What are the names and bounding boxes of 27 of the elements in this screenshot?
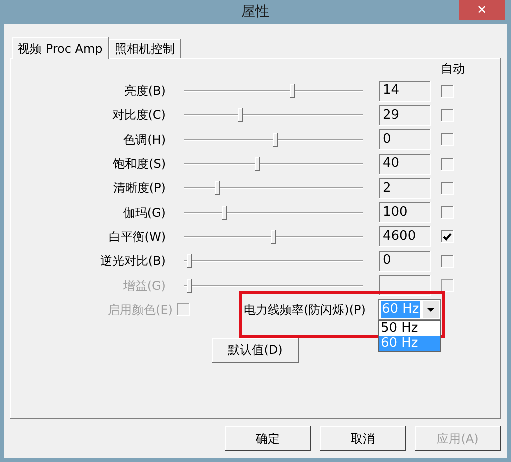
slider-label: 对比度(C) bbox=[111, 107, 166, 124]
value-field[interactable]: 29 bbox=[379, 104, 431, 126]
close-button[interactable]: ✕ bbox=[459, 0, 505, 20]
dialog-button[interactable]: 确定 bbox=[225, 426, 311, 451]
column-header: 自动 bbox=[441, 61, 465, 78]
tab[interactable]: 视频 Proc Amp bbox=[12, 37, 109, 59]
slider-label: 清晰度(P) bbox=[112, 180, 166, 198]
dialog-button[interactable]: 取消 bbox=[320, 426, 406, 451]
value-field[interactable]: 4600 bbox=[379, 226, 431, 248]
slider-label: 逆光对比(B) bbox=[99, 253, 166, 270]
slider-label: 伽玛(G) bbox=[122, 204, 166, 222]
checkbox-label: 启用颜色(E) bbox=[107, 302, 173, 319]
default-button[interactable]: 默认值(D) bbox=[212, 338, 299, 363]
value-field[interactable]: 0 bbox=[379, 250, 431, 272]
window-title: 屋性 bbox=[242, 2, 270, 22]
value-field[interactable]: 100 bbox=[379, 202, 431, 224]
slider-label: 色调(H) bbox=[122, 132, 166, 149]
value-field[interactable]: 2 bbox=[379, 178, 431, 199]
value-field[interactable]: 40 bbox=[379, 154, 431, 175]
slider-label: 亮度(B) bbox=[123, 83, 166, 100]
slider-label: 增益(G) bbox=[122, 278, 166, 295]
value-field[interactable]: 0 bbox=[379, 129, 431, 150]
value-field[interactable]: 14 bbox=[379, 80, 431, 102]
slider-label: 饱和度(S) bbox=[112, 156, 166, 174]
slider-label: 白平衡(W) bbox=[108, 228, 166, 246]
tab[interactable]: 照相机控制 bbox=[108, 39, 181, 58]
dropdown-label: 电力线频率(防闪烁)(P) bbox=[244, 302, 366, 319]
